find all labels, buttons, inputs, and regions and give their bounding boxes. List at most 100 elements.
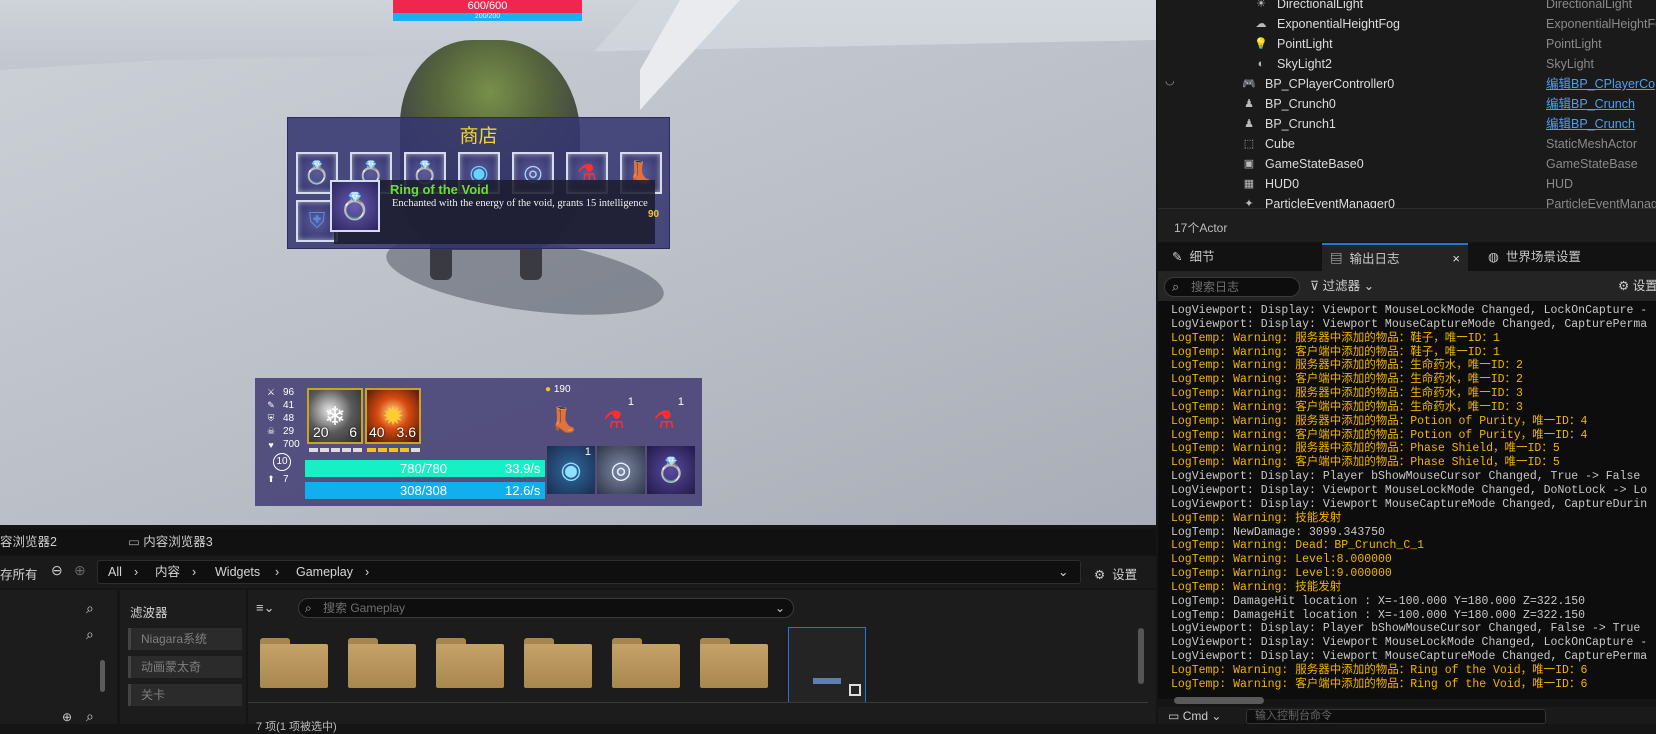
visibility-eye-icon[interactable]: ◡ [1165, 74, 1175, 87]
search-icon[interactable]: ⌕ [86, 626, 94, 643]
save-all-button[interactable]: 存所有 [0, 564, 38, 583]
log-line: LogTemp: DamageHit location : X=-100.000… [1171, 608, 1586, 622]
outliner-row[interactable]: ♟ BP_Crunch0 编辑BP_Crunch [1158, 94, 1656, 114]
log-search-input[interactable]: ⌕ 搜索日志 [1164, 277, 1300, 297]
add-icon[interactable]: ⊕ [62, 710, 72, 724]
selected-widget-asset[interactable] [788, 627, 866, 703]
log-line: LogViewport: Display: Viewport MouseCapt… [1171, 317, 1648, 331]
outliner-row[interactable]: ▣ GameStateBase0 GameStateBase [1158, 154, 1656, 174]
breadcrumb-widgets[interactable]: Widgets [215, 561, 260, 583]
stat-magic: ✎ 41 [265, 400, 294, 411]
breadcrumb-gameplay[interactable]: Gameplay [296, 561, 353, 583]
log-line: LogViewport: Display: Viewport MouseCapt… [1171, 650, 1648, 664]
chevron-right-icon[interactable]: › [192, 561, 196, 583]
tab-details[interactable]: ✎ 细节 [1164, 243, 1310, 271]
chevron-right-icon[interactable]: › [275, 561, 279, 583]
skill-points: ⬆ 7 [265, 474, 288, 485]
stat-resist: ☠ 29 [266, 426, 295, 437]
log-line: LogTemp: Warning: 客户端中添加的物品：生命药水，唯一ID：3 [1171, 400, 1523, 414]
inventory-slot-4[interactable]: ◉ 1 [547, 446, 595, 494]
player-mp-regen: 12.6/s [505, 483, 541, 498]
outliner-row[interactable]: ⬚ Cube StaticMeshActor [1158, 134, 1656, 154]
close-icon[interactable]: × [1452, 245, 1460, 273]
chevron-down-icon: ⌄ [1211, 709, 1222, 723]
folder-item[interactable] [524, 638, 594, 688]
log-filter-dropdown[interactable]: ⊽ 过滤器 ⌄ [1310, 277, 1374, 295]
cb-settings-button[interactable]: ⚙ 设置 [1094, 564, 1137, 583]
log-line: LogTemp: Warning: 服务器中添加的物品：Ring of the … [1171, 663, 1588, 677]
breadcrumb-all[interactable]: All [108, 561, 122, 583]
back-icon[interactable]: ⊖ [51, 562, 63, 579]
log-line: LogTemp: Warning: 服务器中添加的物品：Phase Shield… [1171, 442, 1560, 456]
outliner-item-type: DirectionalLight [1546, 0, 1633, 11]
item-tooltip [334, 180, 655, 244]
outliner-item-type: ExponentialHeightFog [1546, 17, 1656, 31]
forward-icon[interactable]: ⊕ [74, 562, 86, 579]
armor-icon: ⛨ [308, 208, 326, 233]
filter-dropdown-icon[interactable]: ≡⌄ [256, 600, 274, 616]
tab-content-browser-3[interactable]: ▭ 内容浏览器3 [128, 529, 268, 555]
asset-search-input[interactable]: ⌕ 搜索 Gameplay ⌄ [298, 598, 794, 618]
inventory-slot-6[interactable]: 💍 [647, 446, 695, 494]
outliner-row[interactable]: 💡 PointLight PointLight [1158, 34, 1656, 54]
outliner-item-type: GameStateBase [1546, 157, 1638, 171]
inventory-slot-5[interactable]: ◎ [597, 446, 645, 494]
cmd-dropdown[interactable]: ▭ Cmd ⌄ [1168, 709, 1221, 723]
folder-item[interactable] [436, 638, 506, 688]
filter-level[interactable]: 关卡 [128, 684, 242, 706]
inventory-slot-2[interactable]: ⚗ 1 [590, 396, 638, 444]
outliner-row[interactable]: 🎮 BP_CPlayerController0 编辑BP_CPlayerCo [1158, 74, 1656, 94]
outliner-edit-link[interactable]: 编辑BP_Crunch [1546, 94, 1635, 114]
folder-item[interactable] [700, 638, 770, 688]
breadcrumb: All › 内容 › Widgets › Gameplay › ⌄ [97, 560, 1081, 584]
tab-content-browser-2[interactable]: 容浏览器2 [0, 529, 120, 555]
log-line: LogViewport: Display: Viewport MouseLock… [1171, 636, 1648, 650]
filter-niagara[interactable]: Niagara系统 [128, 628, 242, 650]
log-line: LogTemp: Warning: 技能发射 [1171, 580, 1342, 594]
log-settings-button[interactable]: ⚙ 设置 [1618, 277, 1656, 295]
outliner-row[interactable]: ◐ SkyLight2 SkyLight [1158, 54, 1656, 74]
gamepad-icon: 🎮 [1242, 78, 1256, 90]
chevron-right-icon[interactable]: › [134, 561, 138, 583]
shop-panel: 商店 💍 💍 💍 ◉ ◎ ⚗ 👢 ⛨ 💍 Ring of the Void En… [287, 117, 670, 249]
folder-item[interactable] [348, 638, 418, 688]
folder-item[interactable] [612, 638, 682, 688]
inventory-slot-3[interactable]: ⚗ 1 [640, 396, 688, 444]
terminal-icon: ▭ [1168, 709, 1180, 723]
log-line: LogTemp: Warning: 客户端中添加的物品：生命药水，唯一ID：2 [1171, 373, 1523, 387]
outliner-row[interactable]: ☀ DirectionalLight DirectionalLight [1158, 0, 1656, 14]
log-line: LogTemp: Warning: 客户端中添加的物品：鞋子，唯一ID：1 [1171, 345, 1500, 359]
outliner-row[interactable]: ☁ ExponentialHeightFog ExponentialHeightFo… [1158, 14, 1656, 34]
tab-world-settings[interactable]: ◍ 世界场景设置 [1488, 243, 1648, 271]
log-line: LogViewport: Display: Viewport MouseCapt… [1171, 497, 1648, 511]
skill-slot-fire[interactable]: ✹ 40 3.6 [365, 388, 421, 444]
search-icon[interactable]: ⌕ [86, 600, 94, 617]
enemy-hp-bar: 600/600 [393, 0, 582, 13]
filter-anim-montage[interactable]: 动画蒙太奇 [128, 656, 242, 678]
blue-orb-icon: ◉ [560, 456, 582, 484]
chevron-down-icon[interactable]: ⌄ [1058, 561, 1068, 583]
output-log[interactable]: LogViewport: Display: Viewport MouseLock… [1158, 301, 1656, 699]
log-icon: ▤ [1330, 252, 1343, 266]
tree-scrollbar[interactable] [100, 660, 105, 692]
outliner-item-label: BP_Crunch0 [1265, 97, 1336, 111]
asset-scrollbar[interactable] [1138, 628, 1144, 684]
log-line: LogTemp: Warning: Level:8.000000 [1171, 553, 1392, 567]
outliner-item-label: Cube [1265, 137, 1295, 151]
stat-health: ♥ 700 [265, 439, 299, 450]
outliner-row[interactable]: ♟ BP_Crunch1 编辑BP_Crunch [1158, 114, 1656, 134]
chevron-right-icon[interactable]: › [365, 561, 369, 583]
game-viewport[interactable]: 600/600 200/200 商店 💍 💍 💍 ◉ ◎ ⚗ 👢 ⛨ 💍 Rin… [0, 0, 1156, 525]
console-input[interactable]: 输入控制台命令 [1246, 709, 1546, 724]
search-icon[interactable]: ⌕ [86, 708, 94, 725]
outliner-edit-link[interactable]: 编辑BP_CPlayerCo [1546, 74, 1655, 94]
breadcrumb-content[interactable]: 内容 [155, 561, 180, 583]
asset-divider [248, 702, 1148, 703]
folder-item[interactable] [260, 638, 330, 688]
outliner-edit-link[interactable]: 编辑BP_Crunch [1546, 114, 1635, 134]
log-horizontal-scrollbar[interactable] [1174, 697, 1264, 704]
skill-slot-frost[interactable]: ❄ 20 6 [307, 388, 363, 444]
outliner-row[interactable]: ▦ HUD0 HUD [1158, 174, 1656, 194]
tab-output-log[interactable]: ▤ 输出日志 × [1322, 243, 1468, 271]
inventory-slot-1[interactable]: 👢 [540, 396, 588, 444]
